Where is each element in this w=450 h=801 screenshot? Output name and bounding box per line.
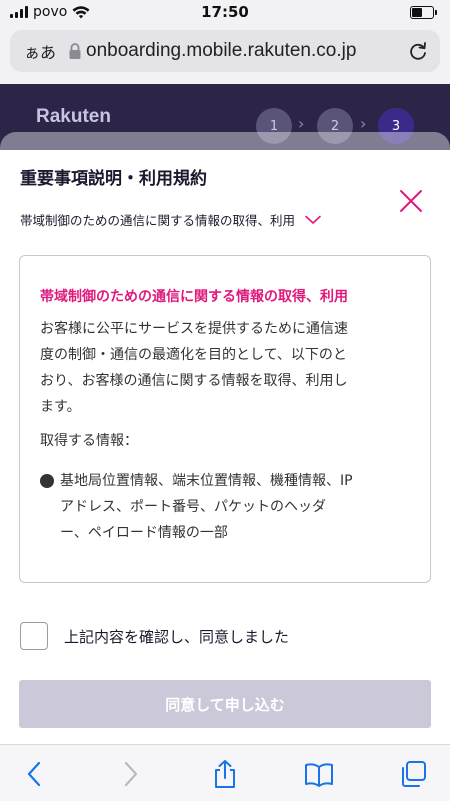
share-icon[interactable]	[210, 759, 240, 789]
terms-bullet-line: アドレス、ポート番号、パケットのヘッダ	[60, 499, 326, 515]
terms-paragraph-line: おり、お客様の通信に関する情報を取得、利用し	[40, 373, 348, 389]
consent-label[interactable]: 上記内容を確認し、同意しました	[64, 626, 289, 647]
address-bar[interactable]: ぁあ onboarding.mobile.rakuten.co.jp	[10, 30, 440, 72]
modal-title: 重要事項説明・利用規約	[20, 169, 207, 189]
terms-bullet-text: 基地局位置情報、端末位置情報、機種情報、IP アドレス、ポート番号、パケットのヘ…	[60, 468, 353, 546]
terms-subheading: 取得する情報：	[40, 433, 138, 449]
terms-bullet-line: ー、ペイロード情報の一部	[60, 525, 228, 541]
sheet-stack-edge	[0, 132, 450, 152]
close-icon[interactable]	[396, 186, 426, 216]
tabs-icon[interactable]	[398, 759, 428, 789]
reload-icon[interactable]	[406, 39, 430, 63]
terms-paragraph-line: お客様に公平にサービスを提供するために通信速	[40, 321, 348, 337]
terms-bullet-item: 基地局位置情報、端末位置情報、機種情報、IP アドレス、ポート番号、パケットのヘ…	[40, 468, 420, 546]
step-separator-icon: ›	[360, 114, 367, 133]
browser-toolbar	[0, 744, 450, 801]
section-selector-label: 帯域制御のための通信に関する情報の取得、利用	[20, 213, 296, 228]
chevron-down-icon	[305, 215, 321, 224]
rakuten-logo: Rakuten	[36, 106, 111, 127]
status-bar: povo 17:50	[0, 0, 450, 26]
forward-icon[interactable]	[115, 759, 145, 789]
text-size-button[interactable]: ぁあ	[24, 39, 56, 63]
back-icon[interactable]	[20, 759, 50, 789]
agree-submit-button[interactable]: 同意して申し込む	[19, 680, 431, 728]
terms-bullet-line: 基地局位置情報、端末位置情報、機種情報、IP	[60, 473, 353, 489]
url-text[interactable]: onboarding.mobile.rakuten.co.jp	[86, 40, 416, 62]
terms-paragraph-line: ます。	[40, 399, 81, 415]
lock-icon	[69, 43, 81, 59]
bullet-icon	[40, 474, 54, 488]
section-selector[interactable]: 帯域制御のための通信に関する情報の取得、利用	[20, 210, 321, 229]
terms-modal: 重要事項説明・利用規約 帯域制御のための通信に関する情報の取得、利用 帯域制御の…	[0, 150, 450, 750]
terms-content-box[interactable]: 帯域制御のための通信に関する情報の取得、利用 お客様に公平にサービスを提供するた…	[19, 255, 431, 583]
bookmarks-icon[interactable]	[304, 759, 334, 789]
terms-section-heading: 帯域制御のための通信に関する情報の取得、利用	[40, 289, 348, 305]
battery-level	[412, 8, 422, 17]
battery-icon	[410, 6, 437, 19]
step-separator-icon: ›	[298, 114, 305, 133]
consent-checkbox-row[interactable]: 上記内容を確認し、同意しました	[20, 622, 289, 650]
terms-paragraph-line: 度の制御・通信の最適化を目的として、以下のと	[40, 347, 347, 363]
terms-paragraph: お客様に公平にサービスを提供するために通信速 度の制御・通信の最適化を目的として…	[40, 316, 414, 420]
consent-checkbox[interactable]	[20, 622, 48, 650]
clock: 17:50	[201, 3, 249, 21]
